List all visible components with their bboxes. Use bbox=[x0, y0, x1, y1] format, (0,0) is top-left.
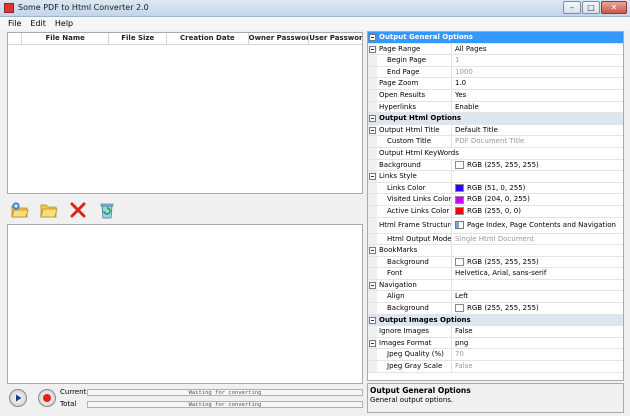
total-progress-label: Total bbox=[60, 400, 77, 408]
prop-page-range[interactable]: Page Range All Pages bbox=[368, 43, 623, 56]
property-description-panel: Output General Options General output op… bbox=[367, 383, 624, 413]
prop-hyperlinks[interactable]: Hyperlinks Enable bbox=[368, 101, 623, 114]
color-swatch bbox=[455, 160, 464, 169]
collapse-icon[interactable] bbox=[369, 339, 376, 347]
column-header-creation-date[interactable]: Creation Date bbox=[167, 33, 249, 44]
prop-links-color[interactable]: Links Color RGB (51, 0, 255) bbox=[368, 182, 623, 195]
clear-icon bbox=[100, 203, 114, 218]
prop-visited-links-color[interactable]: Visited Links Color RGB (204, 0, 255) bbox=[368, 194, 623, 206]
collapse-icon[interactable] bbox=[369, 316, 376, 324]
category-html-options[interactable]: Output Html Options bbox=[368, 113, 623, 125]
conversion-controls: Current Waiting for converting Total Wai… bbox=[7, 386, 363, 412]
prop-html-keywords[interactable]: Output Html KeyWords bbox=[368, 147, 623, 160]
menu-bar: File Edit Help bbox=[0, 17, 630, 30]
prop-jpeg-quality[interactable]: Jpeg Quality (%) 70 bbox=[368, 349, 623, 362]
category-images-options[interactable]: Output Images Options bbox=[368, 314, 623, 327]
prop-bookmarks-font[interactable]: Font Helvetica, Arial, sans-serif bbox=[368, 268, 623, 280]
prop-bookmarks[interactable]: BookMarks bbox=[368, 245, 623, 257]
collapse-icon[interactable] bbox=[369, 34, 376, 41]
menu-file[interactable]: File bbox=[8, 19, 21, 28]
close-button[interactable]: ✕ bbox=[601, 1, 627, 14]
add-file-button[interactable] bbox=[9, 199, 31, 221]
prop-end-page[interactable]: End Page 1000 bbox=[368, 66, 623, 79]
app-icon bbox=[4, 3, 14, 13]
current-progress-bar: Waiting for converting bbox=[87, 389, 363, 396]
collapse-icon[interactable] bbox=[369, 126, 376, 134]
add-file-icon bbox=[11, 202, 29, 218]
minimize-button[interactable]: – bbox=[563, 1, 581, 14]
color-swatch bbox=[455, 195, 464, 204]
prop-background[interactable]: Background RGB (255, 255, 255) bbox=[368, 159, 623, 172]
collapse-icon[interactable] bbox=[369, 247, 376, 255]
prop-open-results[interactable]: Open Results Yes bbox=[368, 89, 623, 102]
open-folder-button[interactable] bbox=[38, 199, 60, 221]
color-swatch bbox=[455, 257, 464, 266]
start-convert-button[interactable] bbox=[9, 389, 27, 407]
collapse-icon[interactable] bbox=[369, 45, 376, 53]
color-swatch bbox=[455, 304, 464, 313]
description-title: Output General Options bbox=[370, 386, 471, 395]
description-text: General output options. bbox=[370, 396, 454, 404]
delete-icon bbox=[70, 202, 86, 218]
options-property-grid[interactable]: Output General Options Page Range All Pa… bbox=[367, 31, 624, 381]
collapse-icon[interactable] bbox=[369, 115, 376, 123]
prop-active-links-color[interactable]: Active Links Color RGB (255, 0, 0) bbox=[368, 205, 623, 218]
collapse-icon[interactable] bbox=[369, 173, 376, 181]
menu-help[interactable]: Help bbox=[55, 19, 73, 28]
prop-html-output-mode[interactable]: Html Output Mode Single Html Document bbox=[368, 233, 623, 246]
prop-custom-title[interactable]: Custom Title PDF Document Title bbox=[368, 136, 623, 148]
clear-list-button[interactable] bbox=[96, 199, 118, 221]
prop-navigation[interactable]: Navigation bbox=[368, 279, 623, 292]
column-header-owner-password[interactable]: Owner Password bbox=[249, 33, 310, 44]
title-bar: Some PDF to Html Converter 2.0 – □ ✕ bbox=[0, 0, 630, 17]
open-folder-icon bbox=[40, 204, 58, 218]
prop-jpeg-gray-scale[interactable]: Jpeg Gray Scale False bbox=[368, 361, 623, 373]
category-general-options[interactable]: Output General Options bbox=[368, 32, 623, 44]
file-toolbar bbox=[7, 198, 363, 222]
menu-edit[interactable]: Edit bbox=[30, 19, 46, 28]
prop-navigation-align[interactable]: Align Left bbox=[368, 291, 623, 304]
stop-convert-button[interactable] bbox=[38, 389, 56, 407]
column-header-file-size[interactable]: File Size bbox=[109, 33, 168, 44]
total-progress-bar: Waiting for converting bbox=[87, 401, 363, 408]
prop-links-style[interactable]: Links Style bbox=[368, 171, 623, 183]
table-header: File Name File Size Creation Date Owner … bbox=[8, 33, 362, 45]
prop-bookmarks-background[interactable]: Background RGB (255, 255, 255) bbox=[368, 256, 623, 269]
frame-layout-icon bbox=[455, 221, 464, 229]
conversion-log-panel bbox=[7, 224, 363, 384]
prop-page-zoom[interactable]: Page Zoom 1.0 bbox=[368, 78, 623, 90]
file-list-table[interactable]: File Name File Size Creation Date Owner … bbox=[7, 32, 363, 194]
color-swatch bbox=[455, 207, 464, 216]
prop-images-format[interactable]: Images Format png bbox=[368, 337, 623, 350]
play-icon bbox=[16, 394, 22, 402]
record-stop-icon bbox=[43, 394, 51, 402]
prop-begin-page[interactable]: Begin Page 1 bbox=[368, 55, 623, 67]
column-header-select[interactable] bbox=[8, 33, 22, 44]
prop-navigation-background[interactable]: Background RGB (255, 255, 255) bbox=[368, 303, 623, 315]
column-header-file-name[interactable]: File Name bbox=[22, 33, 110, 44]
collapse-icon[interactable] bbox=[369, 281, 376, 289]
window-title: Some PDF to Html Converter 2.0 bbox=[18, 3, 149, 12]
prop-frame-structures[interactable]: Html Frame Structures Page Index, Page C… bbox=[368, 217, 623, 234]
prop-html-title[interactable]: Output Html Title Default Title bbox=[368, 124, 623, 137]
prop-ignore-images[interactable]: Ignore Images False bbox=[368, 326, 623, 338]
color-swatch bbox=[455, 184, 464, 193]
maximize-button[interactable]: □ bbox=[582, 1, 600, 14]
delete-button[interactable] bbox=[67, 199, 89, 221]
current-progress-label: Current bbox=[60, 388, 87, 396]
column-header-user-password[interactable]: User Password bbox=[309, 33, 362, 44]
